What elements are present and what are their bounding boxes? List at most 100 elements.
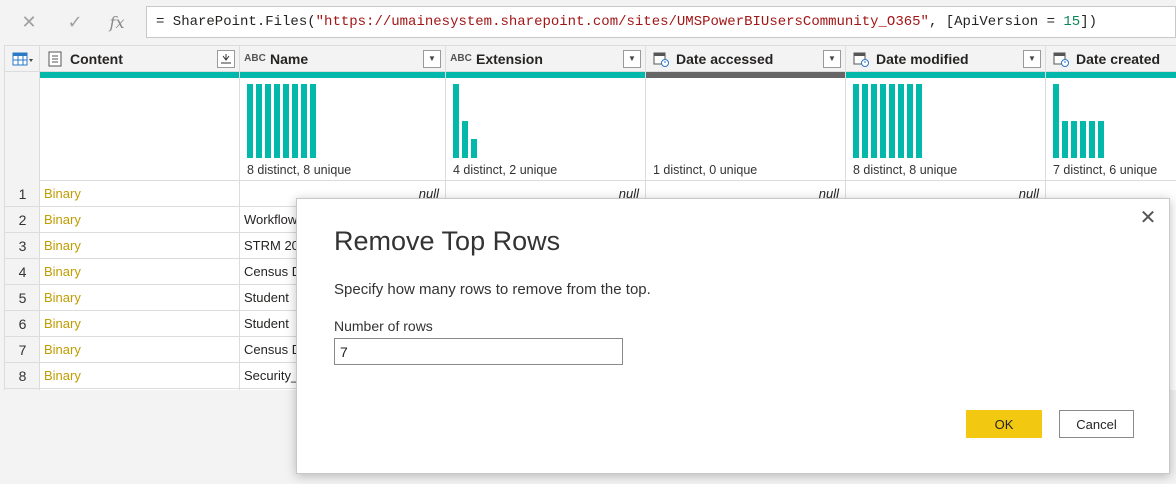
- column-header-name[interactable]: ABC Name ▼: [240, 46, 445, 72]
- dialog-title: Remove Top Rows: [334, 226, 561, 256]
- distribution-bar[interactable]: [283, 84, 289, 158]
- row-number-column: 1 2 3 4 5 6 7 8: [5, 46, 40, 390]
- distribution-bar[interactable]: [871, 84, 877, 158]
- column-profile: 1 distinct, 0 unique: [646, 78, 845, 181]
- formula-prefix: = SharePoint.Files(: [156, 14, 316, 30]
- distribution-bar[interactable]: [471, 139, 477, 158]
- chevron-down-icon[interactable]: ▼: [1023, 49, 1041, 68]
- cancel-button[interactable]: Cancel: [1059, 410, 1134, 438]
- binary-icon: [46, 50, 64, 68]
- row-number[interactable]: 4: [5, 259, 40, 285]
- table-cell[interactable]: Binary: [40, 337, 239, 363]
- table-menu-icon[interactable]: [5, 46, 40, 72]
- table-cell[interactable]: Binary: [40, 311, 239, 337]
- column-title: Content: [70, 50, 123, 67]
- distribution-bar[interactable]: [1071, 121, 1077, 158]
- column-header-content[interactable]: Content: [40, 46, 239, 72]
- profile-text: 8 distinct, 8 unique: [853, 163, 958, 177]
- distribution-bar[interactable]: [274, 84, 280, 158]
- fx-icon[interactable]: fx: [104, 9, 130, 35]
- table-cell[interactable]: Binary: [40, 181, 239, 207]
- table-cell[interactable]: Binary: [40, 259, 239, 285]
- distribution-bar[interactable]: [916, 84, 922, 158]
- distribution-chart: [453, 84, 477, 158]
- distribution-bar[interactable]: [462, 121, 468, 158]
- check-icon[interactable]: ✓: [62, 9, 88, 35]
- formula-url: "https://umainesystem.sharepoint.com/sit…: [315, 14, 929, 30]
- distribution-bar[interactable]: [880, 84, 886, 158]
- distribution-bar[interactable]: [256, 84, 262, 158]
- distribution-bar[interactable]: [889, 84, 895, 158]
- text-type-icon: ABC: [450, 53, 472, 64]
- distribution-bar[interactable]: [1062, 121, 1068, 158]
- number-of-rows-label: Number of rows: [334, 318, 433, 334]
- profile-text: 8 distinct, 8 unique: [247, 163, 352, 177]
- distribution-bar[interactable]: [1053, 84, 1059, 158]
- distribution-bar[interactable]: [898, 84, 904, 158]
- column-profile: [40, 78, 239, 181]
- row-number[interactable]: 8: [5, 363, 40, 389]
- formula-mid: , [ApiVersion =: [928, 14, 1064, 30]
- distribution-bar[interactable]: [265, 84, 271, 158]
- datetime-type-icon: [852, 50, 870, 68]
- chevron-down-icon[interactable]: ▼: [623, 49, 641, 68]
- column-title: Extension: [476, 50, 543, 67]
- distribution-chart: [853, 84, 922, 158]
- column-profile: 7 distinct, 6 unique: [1046, 78, 1176, 181]
- close-icon[interactable]: ✕: [1138, 208, 1158, 228]
- row-number[interactable]: 1: [5, 181, 40, 207]
- distribution-bar[interactable]: [453, 84, 459, 158]
- chevron-down-icon[interactable]: ▼: [823, 49, 841, 68]
- column-header-date-accessed[interactable]: Date accessed ▼: [646, 46, 845, 72]
- datetime-type-icon: [1052, 50, 1070, 68]
- distribution-bar[interactable]: [907, 84, 913, 158]
- column-title: Date created: [1076, 50, 1161, 67]
- distribution-bar[interactable]: [1080, 121, 1086, 158]
- column-profile: 8 distinct, 8 unique: [846, 78, 1045, 181]
- column-header-extension[interactable]: ABC Extension ▼: [446, 46, 645, 72]
- distribution-bar[interactable]: [862, 84, 868, 158]
- column-profile: 8 distinct, 8 unique: [240, 78, 445, 181]
- distribution-chart: [247, 84, 316, 158]
- datetime-type-icon: [652, 50, 670, 68]
- profile-text: 1 distinct, 0 unique: [653, 163, 758, 177]
- profile-text: 7 distinct, 6 unique: [1053, 163, 1158, 177]
- distribution-bar[interactable]: [1089, 121, 1095, 158]
- column-header-date-created[interactable]: Date created: [1046, 46, 1176, 72]
- row-number[interactable]: 6: [5, 311, 40, 337]
- ok-button[interactable]: OK: [966, 410, 1042, 438]
- distribution-bar[interactable]: [853, 84, 859, 158]
- distribution-bar[interactable]: [310, 84, 316, 158]
- formula-suffix: ]): [1080, 14, 1097, 30]
- column-title: Date modified: [876, 50, 969, 67]
- table-cell[interactable]: Binary: [40, 363, 239, 389]
- distribution-bar[interactable]: [292, 84, 298, 158]
- distribution-bar[interactable]: [247, 84, 253, 158]
- distribution-bar[interactable]: [301, 84, 307, 158]
- profile-text: 4 distinct, 2 unique: [453, 163, 558, 177]
- text-type-icon: ABC: [244, 53, 266, 64]
- remove-top-rows-dialog: ✕ Remove Top Rows Specify how many rows …: [296, 198, 1170, 474]
- distribution-bar[interactable]: [1098, 121, 1104, 158]
- formula-number: 15: [1063, 14, 1081, 30]
- column-content: Content Binary Binary Binary Binary Bina…: [40, 46, 240, 390]
- table-cell[interactable]: Binary: [40, 207, 239, 233]
- row-number[interactable]: 5: [5, 285, 40, 311]
- chevron-down-icon[interactable]: ▼: [423, 49, 441, 68]
- column-header-date-modified[interactable]: Date modified ▼: [846, 46, 1045, 72]
- row-number[interactable]: 2: [5, 207, 40, 233]
- table-cell[interactable]: Binary: [40, 285, 239, 311]
- column-title: Date accessed: [676, 50, 774, 67]
- column-profile: 4 distinct, 2 unique: [446, 78, 645, 181]
- row-number[interactable]: 3: [5, 233, 40, 259]
- x-icon[interactable]: ✕: [16, 9, 42, 35]
- table-cell[interactable]: Binary: [40, 233, 239, 259]
- expand-icon[interactable]: [217, 49, 235, 68]
- column-title: Name: [270, 50, 309, 67]
- formula-bar: ✕ ✓ fx = SharePoint.Files("https://umain…: [0, 0, 1176, 45]
- dialog-description: Specify how many rows to remove from the…: [334, 281, 651, 298]
- distribution-chart: [1053, 84, 1104, 158]
- formula-input[interactable]: = SharePoint.Files("https://umainesystem…: [146, 6, 1176, 38]
- number-of-rows-input[interactable]: [334, 338, 623, 365]
- row-number[interactable]: 7: [5, 337, 40, 363]
